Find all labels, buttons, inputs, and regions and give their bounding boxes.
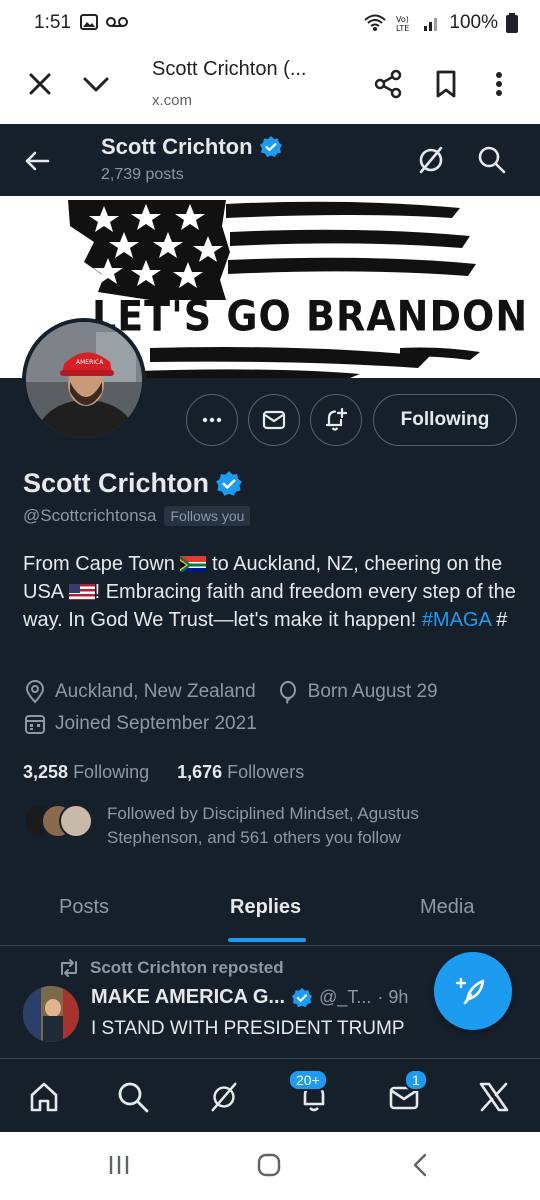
follower-avatar (59, 804, 93, 838)
more-horizontal-icon (202, 417, 222, 423)
battery-percent: 100% (449, 12, 498, 33)
chevron-down-icon[interactable] (78, 66, 114, 102)
location-icon (25, 680, 45, 704)
compose-post-button[interactable] (434, 952, 512, 1030)
nav-explore[interactable] (113, 1077, 153, 1117)
volte-icon: Vo)LTE (396, 15, 409, 33)
avatar-photo: AMERICA (26, 322, 142, 438)
signal-icon (424, 18, 438, 31)
followers-count-link[interactable]: 1,676 Followers (177, 762, 304, 783)
nav-home[interactable] (24, 1077, 64, 1117)
browser-toolbar: Scott Crichton (... x.com (0, 46, 540, 124)
tweet-time: · 9h (377, 987, 409, 1007)
browser-page-title[interactable]: Scott Crichton (... (152, 58, 307, 81)
svg-text:AMERICA: AMERICA (76, 359, 104, 366)
search-icon[interactable] (474, 142, 510, 178)
bell-plus-icon (325, 407, 348, 431)
followed-by-section[interactable]: Followed by Disciplined Mindset, Agustus… (23, 802, 523, 852)
home-icon (30, 1082, 58, 1112)
header-name: Scott Crichton (101, 134, 253, 159)
south-africa-flag-icon (180, 554, 207, 572)
close-icon[interactable] (22, 66, 58, 102)
tweet-header: MAKE AMERICA G... @_T... · 9h (91, 986, 408, 1009)
repost-indicator: Scott Crichton reposted (58, 958, 284, 978)
profile-tabs: Posts Replies Media (0, 880, 540, 946)
home-button-icon[interactable] (256, 1152, 282, 1178)
profile-birthday: Born August 29 (307, 681, 438, 702)
followers-label: Followers (227, 762, 305, 782)
usa-flag-icon (68, 582, 95, 600)
verified-badge-icon (259, 136, 282, 157)
profile-header: Scott Crichton 2,739 posts (0, 124, 540, 196)
tab-replies[interactable]: Replies (230, 896, 301, 919)
gallery-notification-icon (80, 14, 98, 30)
banner-text: LET'S GO BRANDON (92, 291, 529, 341)
following-label: Following (73, 762, 150, 782)
wifi-icon (364, 14, 387, 31)
messages-badge: 1 (404, 1069, 428, 1091)
notifications-subscribe-button[interactable] (310, 394, 362, 446)
voicemail-icon (106, 17, 128, 27)
grok-icon (211, 1082, 237, 1112)
more-button[interactable] (186, 394, 238, 446)
bio-text: From Cape Town (23, 553, 181, 575)
recent-apps-icon[interactable] (106, 1152, 132, 1178)
verified-badge-icon (291, 987, 313, 1007)
following-button[interactable]: Following (373, 394, 517, 446)
profile-location: Auckland, New Zealand (55, 681, 256, 702)
repost-icon (61, 959, 77, 977)
more-vertical-icon[interactable] (484, 66, 514, 102)
active-tab-indicator (228, 938, 306, 942)
profile-handle: @Scottcrichtonsa (23, 506, 157, 525)
tweet-author-avatar[interactable] (23, 986, 79, 1042)
battery-icon (506, 13, 518, 33)
share-icon[interactable] (370, 66, 406, 102)
tab-posts[interactable]: Posts (59, 896, 109, 919)
following-count-link[interactable]: 3,258 Following (23, 762, 149, 783)
status-bar: 1:51 Vo) LTE 100% (0, 0, 540, 46)
back-arrow-icon[interactable] (20, 144, 54, 178)
followed-by-text: Followed by Disciplined Mindset, Agustus… (107, 804, 419, 847)
hashtag-link[interactable]: #MAGA (422, 609, 491, 631)
back-button-icon[interactable] (408, 1152, 434, 1178)
follows-you-badge: Follows you (164, 506, 251, 526)
repost-label: Scott Crichton reposted (90, 958, 284, 977)
mail-icon (262, 410, 286, 430)
notifications-badge: 20+ (288, 1069, 328, 1091)
x-logo-icon (479, 1082, 509, 1112)
android-navigation-bar (0, 1132, 540, 1200)
svg-text:LTE: LTE (396, 24, 409, 33)
profile-name: Scott Crichton (23, 468, 209, 498)
svg-text:Vo): Vo) (396, 15, 409, 24)
verified-badge-icon[interactable] (215, 470, 243, 498)
profile-joined: Joined September 2021 (55, 713, 257, 734)
status-time: 1:51 (34, 12, 71, 33)
following-count: 3,258 (23, 762, 69, 782)
profile-avatar[interactable]: AMERICA (22, 318, 146, 442)
bottom-navigation: 20+ 1 (0, 1058, 540, 1132)
tweet-author-handle: @_T... (319, 987, 372, 1007)
header-post-count: 2,739 posts (101, 166, 184, 183)
calendar-icon (25, 715, 45, 734)
bio-text: # (490, 609, 508, 631)
balloon-icon (279, 681, 296, 704)
browser-url[interactable]: x.com (152, 92, 192, 109)
nav-grok[interactable] (204, 1077, 244, 1117)
grok-icon[interactable] (413, 142, 449, 178)
profile-joined-row: Joined September 2021 (23, 712, 257, 736)
message-button[interactable] (248, 394, 300, 446)
tweet-text[interactable]: I STAND WITH PRESIDENT TRUMP (91, 1018, 405, 1040)
tab-media[interactable]: Media (420, 896, 474, 919)
profile-meta-row: Auckland, New Zealand Born August 29 (23, 680, 438, 704)
compose-feather-icon (455, 977, 485, 1005)
tweet-author-name[interactable]: MAKE AMERICA G... (91, 986, 285, 1009)
followers-count: 1,676 (177, 762, 223, 782)
follow-counts: 3,258 Following 1,676 Followers (23, 762, 304, 783)
search-icon (118, 1082, 149, 1113)
nav-x-logo[interactable] (474, 1077, 514, 1117)
profile-bio: From Cape Town to Auckland, NZ, cheering… (23, 550, 523, 634)
bookmark-icon[interactable] (428, 66, 464, 102)
